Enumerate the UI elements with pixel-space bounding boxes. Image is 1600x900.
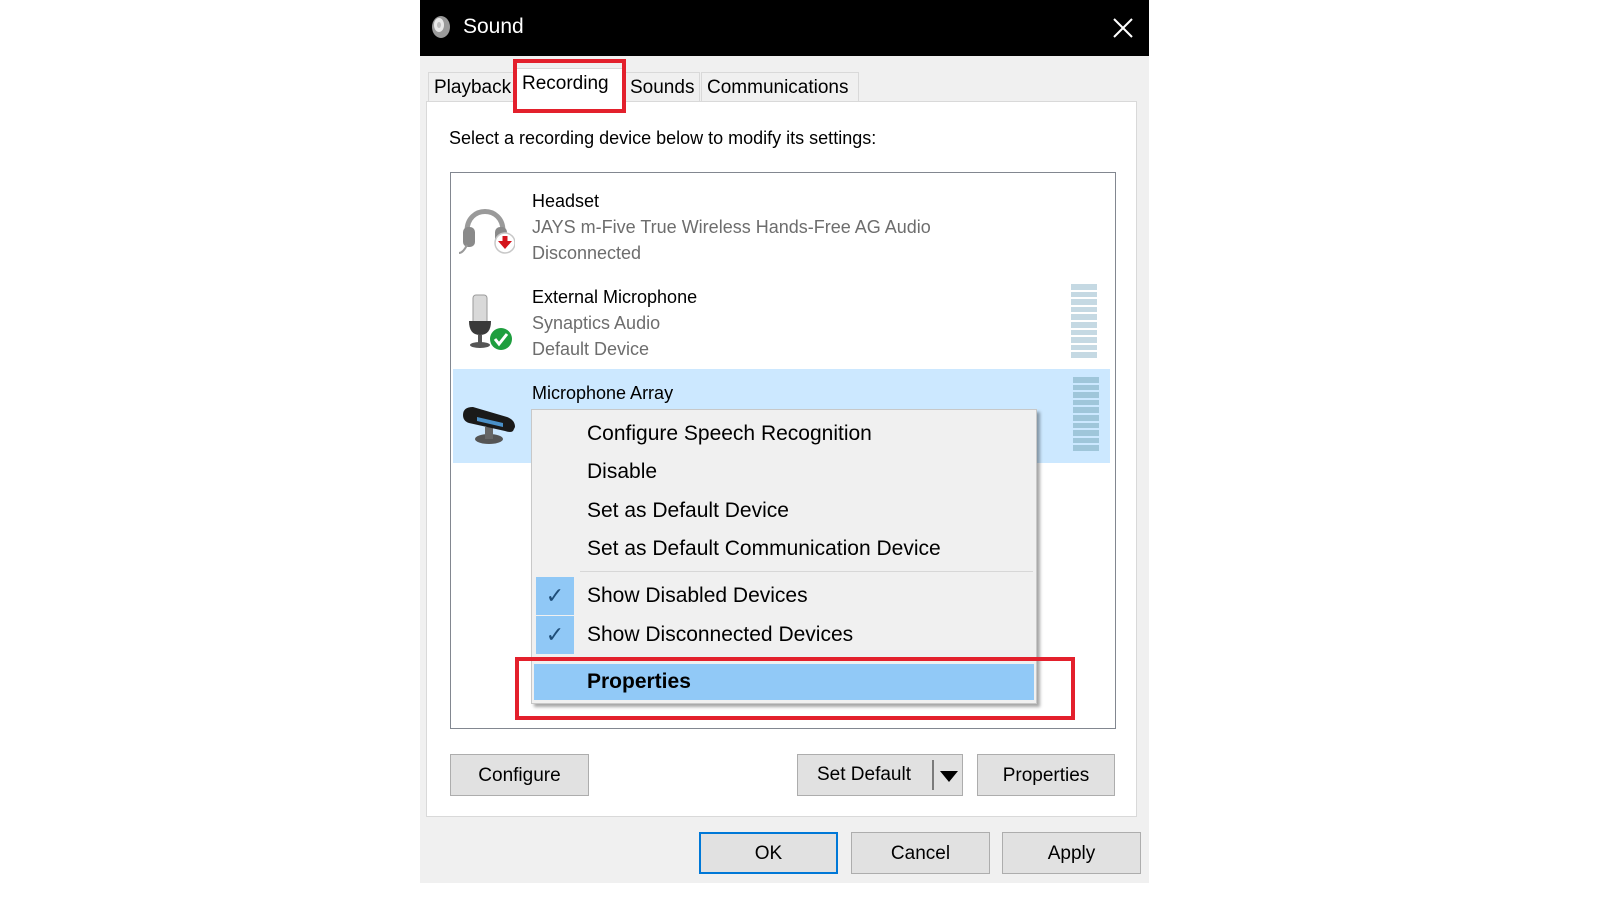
level-meter-bar <box>1071 337 1097 343</box>
menu-item-set-default-device[interactable]: Set as Default Device <box>534 492 1034 530</box>
menu-item-label: Show Disabled Devices <box>587 584 808 607</box>
menu-item-label: Set as Default Device <box>587 499 789 522</box>
tab-label: Recording <box>522 73 609 94</box>
set-default-split-button[interactable]: Set Default <box>797 754 963 796</box>
level-meter-bar <box>1073 384 1099 391</box>
close-icon[interactable] <box>1105 10 1141 46</box>
ok-button[interactable]: OK <box>699 832 838 874</box>
device-name: Microphone Array <box>532 383 674 403</box>
tab-label: Sounds <box>630 77 695 98</box>
level-meter-bar <box>1073 399 1099 406</box>
level-meter-bar <box>1071 352 1097 358</box>
menu-separator <box>580 571 1033 572</box>
configure-button[interactable]: Configure <box>450 754 589 796</box>
level-meter-bar <box>1071 314 1097 320</box>
headset-icon <box>459 209 515 254</box>
speaker-icon <box>432 16 450 38</box>
microphone-array-icon <box>463 407 515 444</box>
tab-communications[interactable]: Communications <box>701 72 859 101</box>
checkmark-icon: ✓ <box>536 616 574 654</box>
chevron-down-icon[interactable] <box>938 755 960 795</box>
checkmark-icon: ✓ <box>536 577 574 615</box>
level-meter-bar <box>1071 299 1097 305</box>
device-name: External Microphone <box>532 287 698 307</box>
menu-item-properties[interactable]: Properties <box>534 664 1034 700</box>
window-title: Sound <box>463 15 524 38</box>
microphone-icon <box>469 294 512 350</box>
menu-item-label: Properties <box>587 670 691 693</box>
menu-item-show-disabled-devices[interactable]: ✓ Show Disabled Devices <box>534 577 1034 615</box>
menu-item-show-disconnected-devices[interactable]: ✓ Show Disconnected Devices <box>534 616 1034 654</box>
level-meter-bar <box>1073 445 1099 451</box>
level-meter-bar <box>1073 407 1099 413</box>
tab-label: Communications <box>707 77 849 98</box>
level-meter-bar <box>1071 344 1097 351</box>
device-external-microphone[interactable]: External Microphone Synaptics Audio Defa… <box>451 273 1115 367</box>
level-meter-bar <box>1073 377 1099 383</box>
level-meter-bar <box>1071 306 1097 313</box>
menu-item-disable[interactable]: Disable <box>534 453 1034 491</box>
level-meter-bar <box>1073 392 1099 398</box>
tab-sounds[interactable]: Sounds <box>624 72 700 101</box>
menu-item-label: Show Disconnected Devices <box>587 623 854 646</box>
tab-label: Playback <box>434 77 512 98</box>
level-meter-bar <box>1071 291 1097 298</box>
level-meter-bar <box>1073 437 1099 444</box>
level-meter <box>1071 284 1097 358</box>
level-meter-bar <box>1073 422 1099 429</box>
device-headset[interactable]: Headset JAYS m-Five True Wireless Hands-… <box>451 177 1115 271</box>
menu-item-label: Set as Default Communication Device <box>587 537 941 560</box>
properties-button[interactable]: Properties <box>977 754 1115 796</box>
menu-item-configure-speech-recognition[interactable]: Configure Speech Recognition <box>534 415 1034 453</box>
level-meter-bar <box>1073 414 1099 421</box>
tab-playback[interactable]: Playback <box>428 72 514 101</box>
apply-button[interactable]: Apply <box>1002 832 1141 874</box>
device-description: Synaptics Audio <box>532 313 661 333</box>
menu-item-label: Configure Speech Recognition <box>587 422 872 445</box>
title-bar: Sound <box>420 0 1149 56</box>
tab-recording[interactable]: Recording <box>516 68 624 103</box>
device-status: Disconnected <box>532 243 642 263</box>
cancel-button[interactable]: Cancel <box>851 832 990 874</box>
level-meter-bar <box>1071 329 1097 336</box>
level-meter-bar <box>1071 284 1097 290</box>
level-meter-bar <box>1073 430 1099 436</box>
level-meter <box>1073 377 1099 451</box>
split-divider <box>932 760 934 790</box>
menu-item-label: Disable <box>587 460 658 483</box>
device-description: JAYS m-Five True Wireless Hands-Free AG … <box>532 217 931 237</box>
level-meter-bar <box>1071 321 1097 328</box>
menu-item-set-default-communication-device[interactable]: Set as Default Communication Device <box>534 530 1034 568</box>
instructions-text: Select a recording device below to modif… <box>449 128 877 148</box>
device-name: Headset <box>532 191 600 211</box>
device-status: Default Device <box>532 339 650 359</box>
context-menu: Configure Speech Recognition Disable Set… <box>531 409 1037 704</box>
set-default-label: Set Default <box>817 764 911 785</box>
